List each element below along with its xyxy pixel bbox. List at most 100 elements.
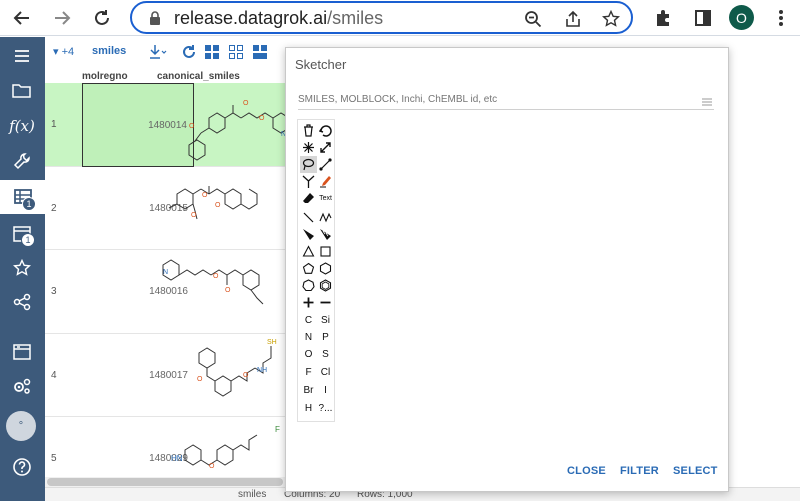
atom-label: Br: [303, 385, 314, 396]
extensions-button[interactable]: [648, 3, 678, 33]
sidebar-item-favorites[interactable]: [7, 254, 37, 282]
svg-text:O: O: [191, 212, 197, 219]
panel-layout-icon[interactable]: [252, 44, 268, 60]
sidebar-item-settings[interactable]: [7, 372, 37, 400]
atom-periodic-table-button[interactable]: ?...: [317, 400, 334, 417]
table-row[interactable]: 1 1480014 O O O N: [45, 83, 290, 167]
svg-text:O: O: [215, 202, 221, 209]
back-button[interactable]: [7, 3, 37, 33]
horizontal-scrollbar[interactable]: [45, 477, 285, 487]
download-icon[interactable]: [149, 44, 167, 60]
sidebar-item-sharing[interactable]: [7, 288, 37, 316]
browser-toolbar: release.datagrok.ai/smiles O: [0, 0, 800, 36]
sidebar-item-functions[interactable]: f(x): [7, 112, 37, 140]
profile-avatar[interactable]: O: [729, 5, 754, 30]
sidebar-item-tools[interactable]: [7, 147, 37, 175]
sidebar-item-files[interactable]: [7, 77, 37, 105]
atom-si-button[interactable]: Si: [317, 312, 334, 329]
row-number: 3: [51, 286, 57, 297]
arrow-right-icon: [55, 11, 71, 25]
share-page-icon[interactable]: [562, 8, 584, 30]
table-row[interactable]: 4 1480017 O O NH SH: [45, 334, 290, 417]
tile-layout-icon[interactable]: [228, 44, 244, 60]
square-icon[interactable]: [317, 243, 334, 260]
plus-charge-icon[interactable]: [300, 294, 317, 311]
puzzle-icon: [657, 10, 669, 26]
arrow-left-icon: [13, 11, 29, 25]
sidebar-item-user[interactable]: °: [6, 411, 36, 441]
hash-bond-icon[interactable]: [317, 226, 334, 243]
lasso-icon[interactable]: [300, 156, 317, 173]
triangle-icon[interactable]: [300, 243, 317, 260]
atom-cl-button[interactable]: Cl: [317, 364, 334, 381]
undo-icon[interactable]: [317, 122, 334, 139]
single-bond-icon[interactable]: [300, 209, 317, 226]
filter-button[interactable]: FILTER: [620, 465, 659, 477]
pen-icon[interactable]: [317, 173, 334, 190]
sidebar-item-windows[interactable]: 1: [7, 220, 37, 248]
refresh-icon[interactable]: [181, 44, 197, 60]
table-row[interactable]: 2 1480015 O O O: [45, 167, 290, 250]
hexagon-icon[interactable]: [317, 260, 334, 277]
hamburger-icon[interactable]: [702, 98, 712, 106]
atom-h-button[interactable]: H: [300, 400, 317, 417]
atom-br-button[interactable]: Br: [300, 382, 317, 399]
dialog-title: Sketcher: [295, 57, 347, 72]
close-button[interactable]: CLOSE: [567, 465, 606, 477]
app-sidebar: f(x) 1 1 °: [0, 37, 45, 501]
atom-label: O: [304, 349, 313, 360]
svg-text:O: O: [209, 463, 215, 470]
atom-o-button[interactable]: O: [300, 346, 317, 363]
row-number: 4: [51, 370, 57, 381]
table-name[interactable]: smiles: [92, 45, 126, 57]
atom-p-button[interactable]: P: [317, 329, 334, 346]
chain-icon[interactable]: [317, 209, 334, 226]
atom-label: ?...: [318, 403, 333, 414]
text-tool-label: Text: [319, 195, 332, 202]
atom-c-button[interactable]: C: [300, 312, 317, 329]
table-row[interactable]: 3 1480016 N O O: [45, 250, 290, 334]
pentagon-icon[interactable]: [300, 260, 317, 277]
benzene-icon[interactable]: [317, 277, 334, 294]
wedge-bond-icon[interactable]: [300, 226, 317, 243]
svg-text:O: O: [213, 273, 219, 280]
zoom-icon[interactable]: [522, 8, 544, 30]
address-bar[interactable]: release.datagrok.ai/smiles: [130, 1, 633, 34]
atom-f-button[interactable]: F: [300, 364, 317, 381]
explode-icon[interactable]: [300, 139, 317, 156]
smiles-input[interactable]: [298, 90, 714, 110]
sidebar-menu[interactable]: [7, 42, 37, 70]
bond-drag-icon[interactable]: [317, 156, 334, 173]
sidebar-item-help[interactable]: [7, 453, 37, 481]
grid-layout-icon[interactable]: [204, 44, 220, 60]
url-text: release.datagrok.ai/smiles: [174, 8, 384, 28]
reload-icon: [95, 10, 109, 25]
atom-label: P: [322, 332, 329, 343]
atom-label: S: [322, 349, 329, 360]
reload-button[interactable]: [87, 3, 117, 33]
fork-icon[interactable]: [300, 173, 317, 190]
side-panel-button[interactable]: [688, 3, 718, 33]
browser-menu-button[interactable]: [766, 3, 796, 33]
text-tool[interactable]: Text: [317, 190, 334, 207]
grid-toolbar: ▾ +4 smiles: [45, 37, 290, 67]
forward-button[interactable]: [47, 3, 77, 33]
select-button[interactable]: SELECT: [673, 465, 718, 477]
collapse-toggle[interactable]: ▾ +4: [53, 45, 74, 58]
star-icon: [13, 259, 31, 276]
svg-text:O: O: [243, 372, 249, 379]
sidebar-item-tables[interactable]: 1: [0, 180, 45, 214]
trash-icon[interactable]: [300, 122, 317, 139]
bookmark-star-icon[interactable]: [600, 8, 622, 30]
scrollbar-thumb[interactable]: [47, 478, 283, 486]
atom-n-button[interactable]: N: [300, 329, 317, 346]
sidebar-item-dashboards[interactable]: [7, 338, 37, 366]
heptagon-icon[interactable]: [300, 277, 317, 294]
resize-arrow-icon[interactable]: [317, 139, 334, 156]
atom-i-button[interactable]: I: [317, 382, 334, 399]
atom-s-button[interactable]: S: [317, 346, 334, 363]
atom-label: F: [305, 367, 312, 378]
eraser-icon[interactable]: [300, 190, 317, 207]
minus-charge-icon[interactable]: [317, 294, 334, 311]
status-table-name: smiles: [238, 489, 267, 500]
